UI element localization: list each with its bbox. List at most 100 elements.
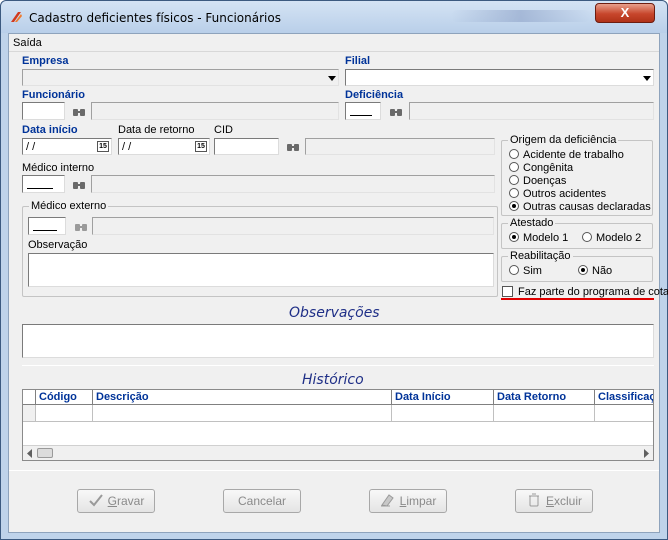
column-header-data-retorno[interactable]: Data Retorno — [494, 390, 595, 405]
atestado-group: Atestado Modelo 1 Modelo 2 — [501, 217, 653, 249]
data-retorno-input[interactable]: / / 15 — [118, 138, 210, 155]
column-header-classificacao[interactable]: Classificaç — [595, 390, 653, 405]
binoculars-icon[interactable] — [69, 103, 89, 121]
gravar-button[interactable]: Gravar — [77, 489, 155, 513]
cancelar-button[interactable]: Cancelar — [223, 489, 301, 513]
chevron-down-icon — [328, 76, 336, 81]
origem-option-label: Doenças — [523, 175, 567, 187]
funcionario-label: Funcionário — [22, 89, 85, 101]
data-inicio-label: Data início — [22, 124, 78, 136]
scroll-thumb[interactable] — [37, 448, 53, 458]
binoculars-icon[interactable] — [386, 103, 406, 121]
highlight-underline — [501, 298, 654, 300]
cotas-checkbox-label: Faz parte do programa de cotas — [518, 286, 668, 298]
menu-item-saida[interactable]: Saída — [13, 37, 42, 49]
origem-option-outros-acidentes[interactable]: Outros acidentes — [509, 188, 606, 200]
origem-title: Origem da deficiência — [508, 134, 619, 146]
observacao-textarea[interactable] — [28, 253, 494, 287]
medico-interno-code-input[interactable] — [22, 175, 65, 193]
radio-icon — [509, 175, 519, 185]
atestado-option-label: Modelo 1 — [523, 232, 569, 244]
calendar-icon[interactable]: 15 — [97, 141, 109, 152]
deficiencia-code-input[interactable] — [345, 102, 381, 120]
radio-icon — [509, 149, 519, 159]
atestado-option-modelo1[interactable]: Modelo 1 — [509, 232, 568, 244]
cancelar-label: Cancelar — [237, 494, 287, 508]
grid-indicator-column — [23, 390, 36, 405]
medico-interno-name-field — [91, 175, 495, 193]
binoculars-icon[interactable] — [283, 138, 303, 156]
medico-externo-group: Médico externo Observação — [22, 200, 498, 297]
medico-externo-code-input[interactable] — [28, 217, 66, 235]
app-logo-icon — [11, 12, 22, 22]
table-cell[interactable] — [93, 405, 392, 422]
historico-title: Histórico — [302, 372, 364, 388]
calendar-icon[interactable]: 15 — [195, 141, 207, 152]
limpar-label: impar — [406, 494, 437, 508]
data-retorno-value: / / — [122, 141, 132, 153]
origem-option-congenita[interactable]: Congênita — [509, 162, 573, 174]
table-cell[interactable] — [595, 405, 653, 422]
reabilitacao-option-nao[interactable]: Não — [578, 265, 612, 277]
funcionario-code-input[interactable] — [22, 102, 65, 120]
window-title: Cadastro deficientes físicos - Funcionár… — [29, 11, 281, 25]
menu-bar: Saída — [9, 34, 659, 52]
origem-option-doencas[interactable]: Doenças — [509, 175, 566, 187]
radio-icon — [582, 232, 592, 242]
origem-option-label: Congênita — [523, 162, 574, 174]
eraser-icon — [380, 494, 394, 507]
divider — [9, 470, 659, 471]
binoculars-icon[interactable] — [69, 176, 89, 194]
reabilitacao-option-label: Sim — [523, 265, 542, 277]
gravar-label: ravar — [117, 494, 145, 508]
funcionario-name-field — [91, 102, 339, 120]
binoculars-icon[interactable] — [71, 218, 91, 236]
close-button[interactable]: X — [595, 3, 655, 23]
scroll-right-icon[interactable] — [642, 449, 650, 458]
title-bar: Cadastro deficientes físicos - Funcionár… — [1, 1, 667, 33]
column-header-descricao[interactable]: Descrição — [93, 390, 392, 405]
medico-interno-label: Médico interno — [22, 162, 95, 174]
table-cell[interactable] — [36, 405, 93, 422]
origem-option-acidente-trabalho[interactable]: Acidente de trabalho — [509, 149, 624, 161]
table-cell[interactable] — [392, 405, 494, 422]
origem-option-label: Acidente de trabalho — [523, 149, 624, 161]
radio-selected-icon — [578, 265, 588, 275]
filial-label: Filial — [345, 55, 371, 67]
column-header-codigo[interactable]: Código — [36, 390, 93, 405]
origem-option-outras-causas[interactable]: Outras causas declaradas — [509, 201, 651, 213]
title-bar-blur — [451, 10, 591, 22]
origem-group: Origem da deficiência Acidente de trabal… — [501, 134, 653, 216]
empresa-select[interactable] — [22, 69, 339, 86]
table-cell[interactable] — [494, 405, 595, 422]
radio-icon — [509, 265, 519, 275]
reabilitacao-option-label: Não — [592, 265, 613, 277]
data-inicio-input[interactable]: / / 15 — [22, 138, 112, 155]
atestado-option-label: Modelo 2 — [596, 232, 642, 244]
data-retorno-label: Data de retorno — [118, 124, 195, 136]
excluir-accel: E — [545, 494, 554, 508]
cotas-checkbox[interactable]: Faz parte do programa de cotas — [502, 286, 668, 298]
historico-grid: Código Descrição Data Início Data Retorn… — [22, 389, 654, 461]
excluir-button[interactable]: Excluir — [515, 489, 593, 513]
observacoes-textarea[interactable] — [22, 324, 654, 358]
reabilitacao-option-sim[interactable]: Sim — [509, 265, 542, 277]
atestado-title: Atestado — [508, 217, 556, 229]
empresa-label: Empresa — [22, 55, 69, 67]
excluir-label: xcluir — [554, 494, 583, 508]
deficiencia-desc-field — [409, 102, 654, 120]
limpar-button[interactable]: Limpar — [369, 489, 447, 513]
trash-icon — [528, 493, 539, 507]
checkmark-icon — [88, 494, 103, 507]
column-header-data-inicio[interactable]: Data Início — [392, 390, 494, 405]
cid-desc-field — [305, 138, 495, 155]
scroll-left-icon[interactable] — [26, 449, 34, 458]
filial-select[interactable] — [345, 69, 654, 86]
origem-option-label: Outras causas declaradas — [523, 201, 651, 213]
medico-externo-label: Médico externo — [29, 200, 109, 212]
atestado-option-modelo2[interactable]: Modelo 2 — [582, 232, 641, 244]
cid-input[interactable] — [214, 138, 279, 155]
horizontal-scrollbar[interactable] — [23, 445, 653, 460]
radio-icon — [509, 188, 519, 198]
observacoes-title: Observações — [289, 305, 380, 321]
